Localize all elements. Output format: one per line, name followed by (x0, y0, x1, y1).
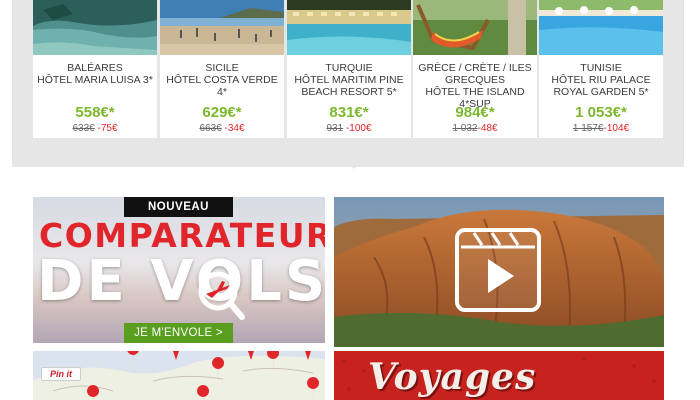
deal-price: 984€* (455, 104, 495, 121)
pin-it-button[interactable]: Pin it (41, 367, 81, 381)
deal-hotel: HÔTEL COSTA VERDE 4* (166, 74, 278, 98)
deal-price: 1 053€* (575, 104, 627, 121)
deal-image[interactable] (413, 0, 537, 55)
map-panel[interactable]: Pin it (33, 351, 325, 400)
deal-destination: SICILE (205, 62, 239, 74)
deal-card-grece[interactable]: GRÈCE / CRÈTE / ILES GRECQUES HÔTEL THE … (413, 0, 537, 138)
deal-image[interactable] (539, 0, 663, 55)
comparateur-banner[interactable]: NOUVEAU COMPARATEUR DE VOLS JE M'ENVOLE … (33, 197, 325, 343)
deal-destination: GRÈCE / CRÈTE / ILES GRECQUES (418, 62, 532, 86)
deal-hotel: HÔTEL MARITIM PINE BEACH RESORT 5* (294, 74, 404, 98)
deal-card-tunisie[interactable]: TUNISIE HÔTEL RIU PALACE ROYAL GARDEN 5*… (539, 0, 663, 138)
je-m-envole-button[interactable]: JE M'ENVOLE > (124, 323, 233, 343)
comparateur-title: COMPARATEUR (39, 216, 325, 255)
de-vols-title: DE VOLS (37, 249, 325, 314)
voyages-title: Voyages (368, 356, 537, 398)
deal-price: 629€* (202, 104, 242, 121)
plane-magnifier-icon (198, 271, 245, 320)
deal-old-price: 633€ -75€ (72, 123, 118, 134)
deal-hotel: HÔTEL RIU PALACE ROYAL GARDEN 5* (551, 74, 651, 98)
deal-destination: TUNISIE (580, 62, 622, 74)
deal-price: 831€* (329, 104, 369, 121)
deal-image[interactable] (287, 0, 411, 55)
deal-old-price: 1 157€-104€ (572, 123, 630, 134)
voyages-banner[interactable]: Voyages (334, 351, 664, 400)
deal-hotel: HÔTEL MARIA LUISA 3* (37, 74, 153, 86)
video-panel[interactable] (334, 197, 664, 347)
deal-image[interactable] (33, 0, 157, 55)
strip-pointer (345, 160, 363, 169)
deal-card-sicile[interactable]: SICILE HÔTEL COSTA VERDE 4* 629€* 663€ -… (160, 0, 284, 138)
deal-price: 558€* (75, 104, 115, 121)
deal-destination: TURQUIE (325, 62, 373, 74)
deal-destination: BALÉARES (67, 62, 123, 74)
deal-old-price: 663€ -34€ (199, 123, 245, 134)
deal-card-turquie[interactable]: TURQUIE HÔTEL MARITIM PINE BEACH RESORT … (287, 0, 411, 138)
deal-old-price: 931 -100€ (326, 123, 372, 134)
deal-old-price: 1 032-48€ (452, 123, 498, 134)
deal-image[interactable] (160, 0, 284, 55)
deal-card-baleares[interactable]: BALÉARES HÔTEL MARIA LUISA 3* 558€* 633€… (33, 0, 157, 138)
nouveau-badge: NOUVEAU (124, 197, 233, 217)
